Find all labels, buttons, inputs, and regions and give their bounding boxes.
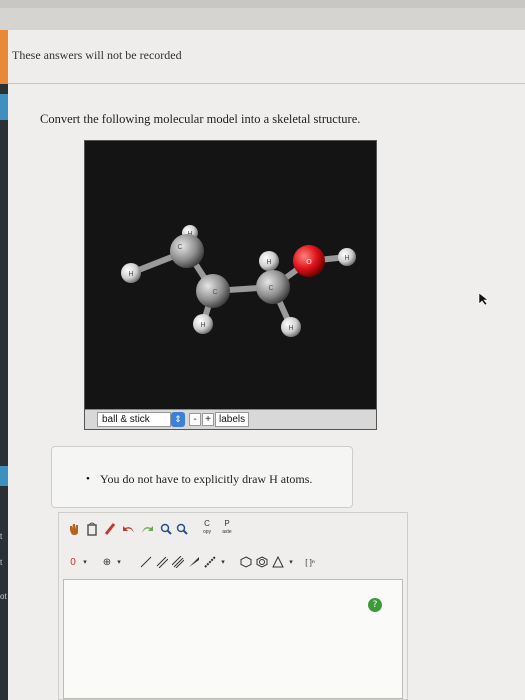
left-sidebar: t t ot bbox=[0, 84, 8, 700]
paste-label: P bbox=[224, 519, 230, 528]
mouse-cursor-icon bbox=[478, 292, 490, 311]
render-mode-select[interactable]: ball & stick bbox=[97, 412, 171, 427]
molecule-model[interactable]: H H C H C H H C H O bbox=[85, 141, 376, 409]
chevron-down-icon[interactable]: ▾ bbox=[81, 555, 89, 569]
help-icon[interactable]: ? bbox=[368, 598, 382, 612]
benzene-icon[interactable] bbox=[255, 555, 269, 569]
atom-label: H bbox=[200, 322, 205, 329]
viewer-controls: ball & stick ⇕ - + labels bbox=[85, 409, 376, 429]
info-banner: These answers will not be recorded bbox=[0, 30, 525, 84]
copy-sublabel: opy bbox=[202, 529, 212, 535]
sidebar-label: t bbox=[0, 558, 3, 567]
hand-tool-icon[interactable] bbox=[67, 521, 81, 537]
sidebar-tab[interactable] bbox=[0, 466, 8, 486]
copy-label: C bbox=[204, 519, 210, 528]
lasso-tool-icon[interactable] bbox=[85, 521, 99, 537]
single-bond-icon[interactable] bbox=[139, 555, 153, 569]
wedge-bond-icon[interactable] bbox=[187, 555, 201, 569]
undo-icon[interactable] bbox=[121, 521, 137, 537]
chevron-down-icon[interactable]: ▾ bbox=[115, 555, 123, 569]
question-text: Convert the following molecular model in… bbox=[40, 112, 361, 126]
bracket-tool[interactable]: [ ]ⁿ bbox=[301, 555, 319, 569]
sidebar-tab[interactable] bbox=[0, 94, 8, 120]
labels-button[interactable]: labels bbox=[215, 412, 250, 427]
hash-bond-icon[interactable] bbox=[203, 555, 217, 569]
hint-box: • You do not have to explicitly draw H a… bbox=[51, 446, 353, 508]
atom-label: H bbox=[128, 271, 133, 278]
paste-sublabel: aste bbox=[222, 529, 232, 535]
redo-icon[interactable] bbox=[139, 521, 155, 537]
hint-text: You do not have to explicitly draw H ato… bbox=[100, 472, 313, 486]
zoom-out-icon[interactable] bbox=[175, 521, 189, 537]
atom-label: O bbox=[306, 259, 312, 266]
molecule-viewer[interactable]: H H C H C H H C H O ball bbox=[84, 140, 377, 430]
atom-label: C bbox=[212, 289, 217, 296]
editor-toolbar-top: C opy P aste bbox=[65, 517, 405, 541]
atom-label: C bbox=[268, 285, 273, 292]
zoom-in-icon[interactable] bbox=[159, 521, 173, 537]
chevron-down-icon[interactable]: ▾ bbox=[219, 555, 227, 569]
eraser-tool-icon[interactable] bbox=[103, 521, 117, 537]
plus-circle-icon[interactable]: ⊕ bbox=[101, 555, 113, 569]
triple-bond-icon[interactable] bbox=[171, 555, 185, 569]
top-strip bbox=[0, 0, 525, 8]
drawing-canvas[interactable]: ? bbox=[63, 579, 403, 699]
atom-label: H bbox=[344, 255, 349, 262]
chevron-down-icon[interactable]: ▾ bbox=[287, 555, 295, 569]
charge-tool[interactable]: 0 bbox=[67, 555, 79, 569]
paste-button[interactable]: P aste bbox=[219, 517, 235, 539]
atom-label: C bbox=[177, 244, 182, 251]
atom-label: H bbox=[288, 325, 293, 332]
double-bond-icon[interactable] bbox=[155, 555, 169, 569]
zoom-out-button[interactable]: - bbox=[189, 413, 201, 426]
hexagon-icon[interactable] bbox=[239, 555, 253, 569]
sidebar-label: t bbox=[0, 532, 3, 541]
sidebar-label: ot bbox=[0, 592, 7, 601]
editor-toolbar-bottom: 0 ▾ ⊕ ▾ ▾ ▾ []ⁿ bbox=[65, 553, 405, 573]
banner-accent bbox=[0, 30, 8, 84]
banner-text: These answers will not be recorded bbox=[12, 48, 182, 62]
triangle-icon[interactable] bbox=[271, 555, 285, 569]
zoom-in-button[interactable]: + bbox=[202, 413, 214, 426]
bullet-icon: • bbox=[86, 473, 90, 485]
atom-label: H bbox=[266, 259, 271, 266]
question-panel: Convert the following molecular model in… bbox=[8, 84, 525, 700]
atom-carbon bbox=[170, 234, 204, 268]
select-arrow-icon[interactable]: ⇕ bbox=[171, 412, 185, 427]
structure-editor: C opy P aste 0 ▾ ⊕ ▾ ▾ ▾ []ⁿ ? bbox=[58, 512, 408, 700]
copy-button[interactable]: C opy bbox=[199, 517, 215, 539]
